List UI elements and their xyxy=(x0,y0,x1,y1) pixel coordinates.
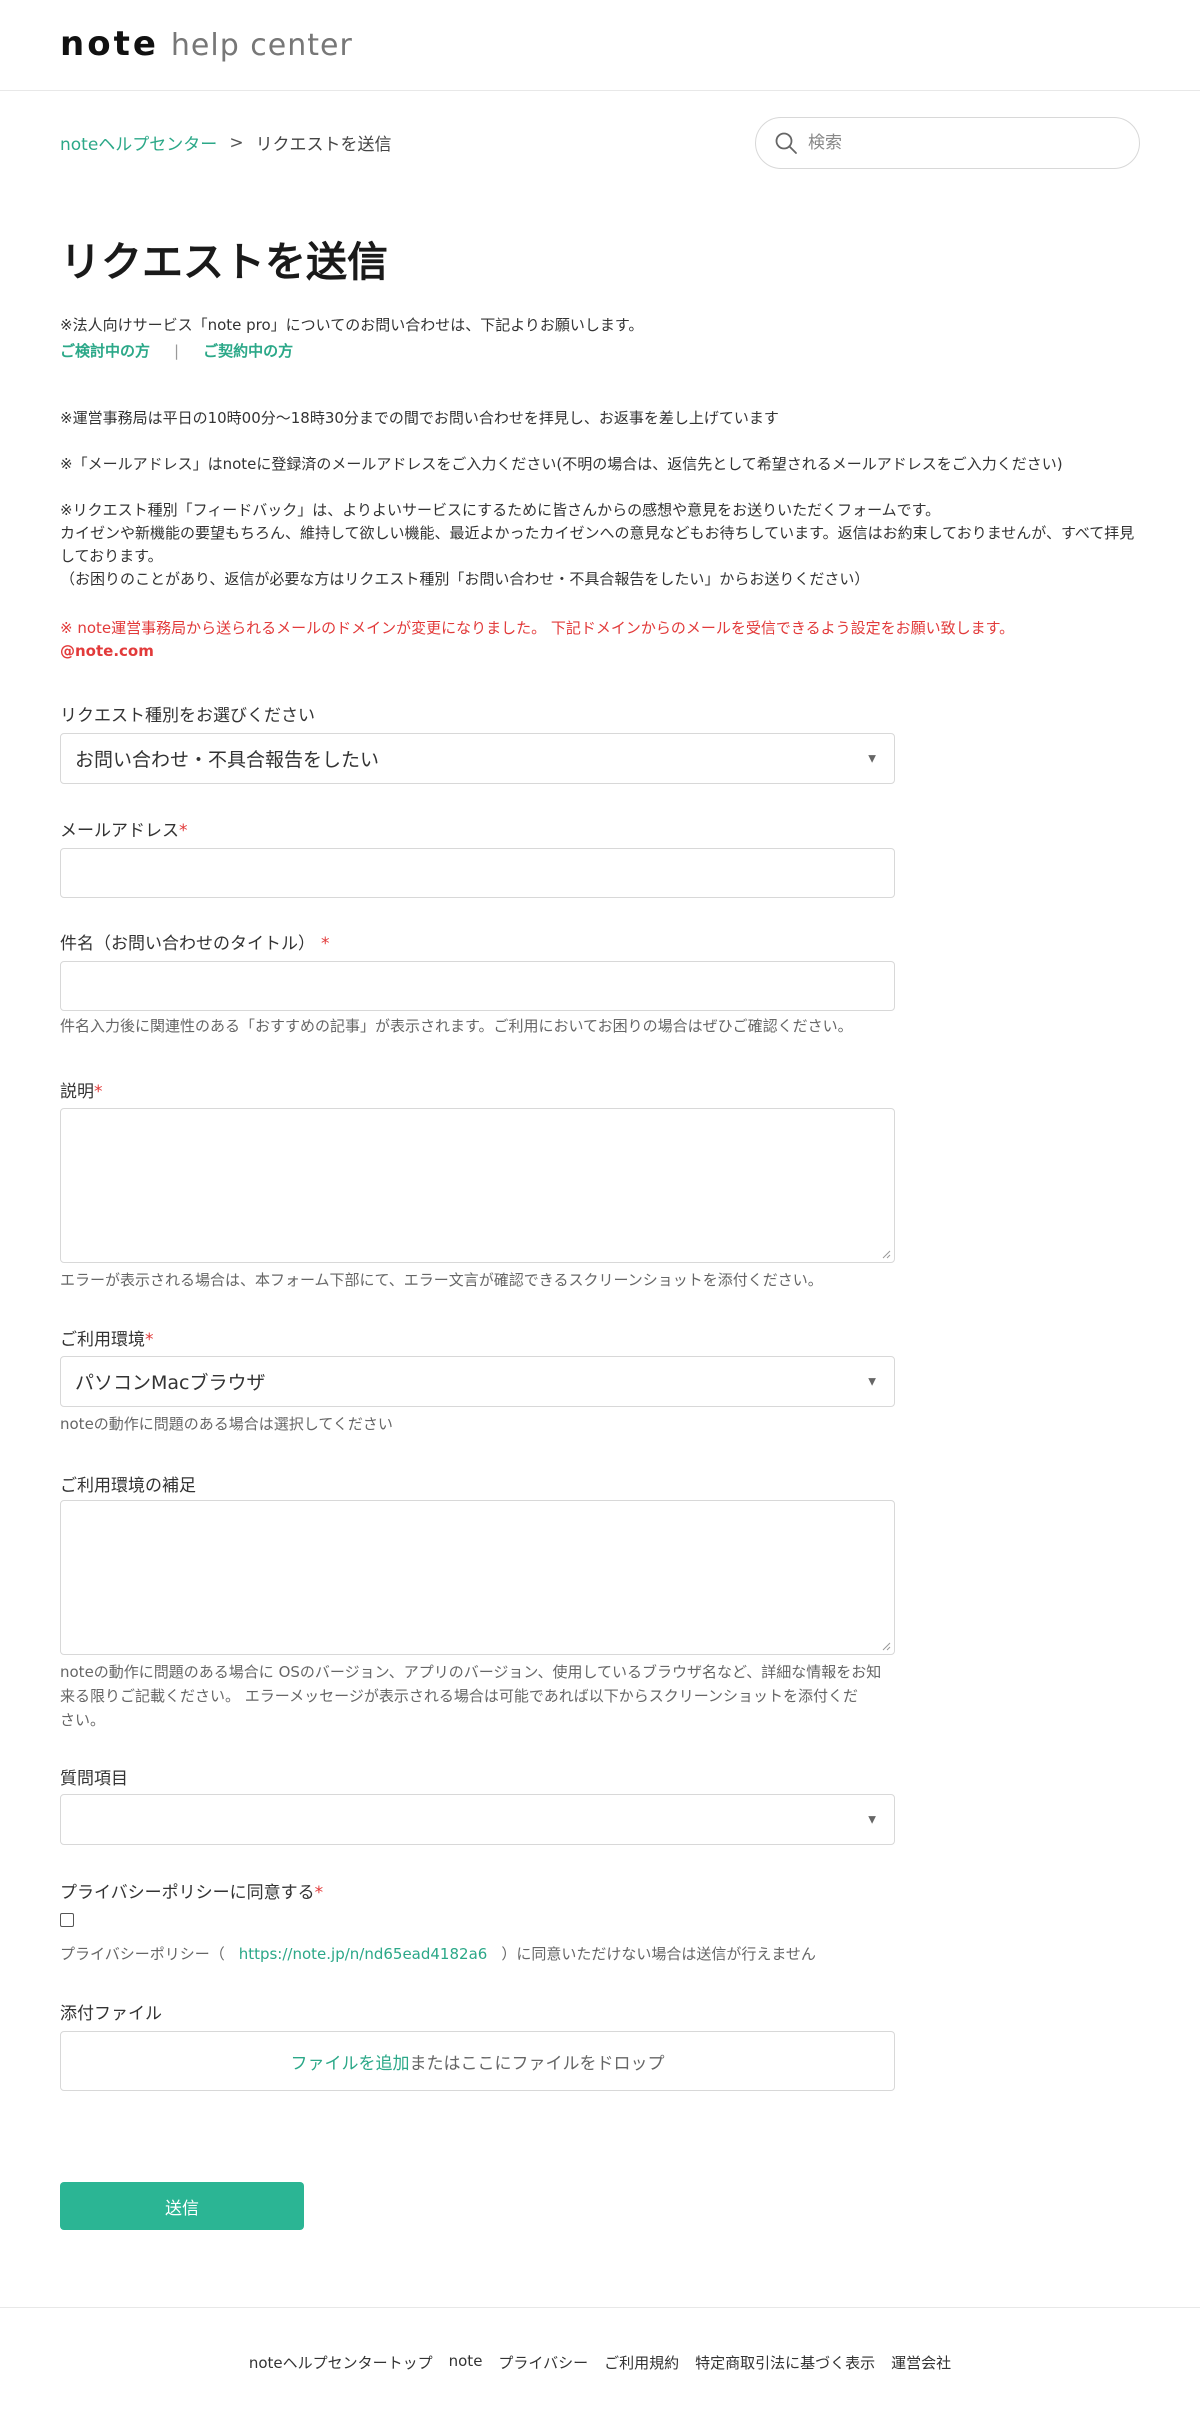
environment-detail-label: ご利用環境の補足 xyxy=(60,1476,196,1496)
breadcrumb-home-link[interactable]: noteヘルプセンター xyxy=(60,130,217,155)
add-file-link[interactable]: ファイルを追加 xyxy=(291,2049,410,2074)
attachment-label: 添付ファイル xyxy=(60,2004,162,2024)
footer-link-helpcenter-top[interactable]: noteヘルプセンタートップ xyxy=(249,2352,433,2373)
description-textarea[interactable] xyxy=(60,1108,895,1263)
environment-select[interactable]: パソコンMacブラウザ ▼ xyxy=(60,1356,895,1407)
privacy-label-text: プライバシーポリシーに同意する xyxy=(60,1883,315,1903)
required-mark: * xyxy=(179,821,188,841)
site-footer: noteヘルプセンタートップ note プライバシー ご利用規約 特定商取引法に… xyxy=(0,2307,1200,2415)
breadcrumb: noteヘルプセンター > リクエストを送信 xyxy=(60,130,392,156)
environment-label-text: ご利用環境 xyxy=(60,1330,145,1350)
required-mark: * xyxy=(321,934,330,954)
pro-note: ※法人向けサービス「note pro」についてのお問い合わせは、下記よりお願いし… xyxy=(60,316,644,334)
required-mark: * xyxy=(314,1883,324,1903)
contracted-link[interactable]: ご契約中の方 xyxy=(203,340,293,361)
description-label-text: 説明 xyxy=(60,1082,94,1102)
breadcrumb-separator: > xyxy=(229,132,244,153)
description-hint: エラーが表示される場合は、本フォーム下部にて、エラー文言が確認できるスクリーンシ… xyxy=(60,1271,823,1289)
request-type-label: リクエスト種別をお選びください xyxy=(60,706,315,726)
submit-button[interactable]: 送信 xyxy=(60,2182,304,2230)
domain-notice: ※ note運営事務局から送られるメールのドメインが変更になりました。 下記ドメ… xyxy=(60,619,1015,637)
environment-value: パソコンMacブラウザ xyxy=(75,1372,266,1394)
feedback-note-line-2: カイゼンや新機能の要望もちろん、維持して欲しい機能、最近よかったカイゼンへの意見… xyxy=(60,524,1135,565)
logo-subtitle: help center xyxy=(170,28,353,63)
footer-link-company[interactable]: 運営会社 xyxy=(891,2352,951,2373)
chevron-down-icon: ▼ xyxy=(868,1376,876,1387)
search-box[interactable] xyxy=(755,117,1140,169)
chevron-down-icon: ▼ xyxy=(868,1814,876,1825)
link-separator: | xyxy=(174,341,180,360)
environment-hint: noteの動作に問題のある場合は選択してください xyxy=(60,1415,393,1433)
resize-handle-icon[interactable] xyxy=(881,1641,891,1651)
footer-links: noteヘルプセンタートップ note プライバシー ご利用規約 特定商取引法に… xyxy=(0,2352,1200,2373)
footer-link-terms[interactable]: ご利用規約 xyxy=(604,2352,679,2373)
environment-detail-hint-line-3: さい。 xyxy=(60,1711,106,1729)
environment-detail-textarea[interactable] xyxy=(60,1500,895,1655)
breadcrumb-current: リクエストを送信 xyxy=(255,135,392,155)
drop-text: またはここにファイルをドロップ xyxy=(409,2053,665,2074)
request-type-select[interactable]: お問い合わせ・不具合報告をしたい ▼ xyxy=(60,733,895,784)
subject-hint: 件名入力後に関連性のある「おすすめの記事」が表示されます。ご利用においてお困りの… xyxy=(60,1017,853,1035)
hours-note: ※運営事務局は平日の10時00分〜18時30分までの間でお問い合わせを拝見し、お… xyxy=(60,409,779,427)
site-logo[interactable]: note help center xyxy=(60,24,353,64)
site-header: note help center xyxy=(0,0,1200,91)
feedback-note: ※リクエスト種別「フィードバック」は、よりよいサービスにするために皆さんからの感… xyxy=(60,499,1140,591)
required-mark: * xyxy=(145,1330,154,1350)
footer-link-privacy[interactable]: プライバシー xyxy=(498,2352,588,2373)
considering-link[interactable]: ご検討中の方 xyxy=(60,340,150,361)
request-type-value: お問い合わせ・不具合報告をしたい xyxy=(75,749,380,771)
privacy-text-before: プライバシーポリシー（ xyxy=(60,1945,225,1963)
privacy-text-after: ）に同意いただけない場合は送信が行えません xyxy=(501,1945,816,1963)
email-note: ※「メールアドレス」はnoteに登録済のメールアドレスをご入力ください(不明の場… xyxy=(60,455,1063,473)
required-mark: * xyxy=(94,1082,103,1102)
environment-detail-hint-line-1: noteの動作に問題のある場合に OSのバージョン、アプリのバージョン、使用して… xyxy=(60,1663,882,1681)
email-label-text: メールアドレス xyxy=(60,821,179,841)
file-dropzone[interactable]: ファイルを追加 またはここにファイルをドロップ xyxy=(60,2031,895,2091)
search-icon xyxy=(775,132,797,154)
feedback-note-line-3: （お困りのことがあり、返信が必要な方はリクエスト種別「お問い合わせ・不具合報告を… xyxy=(60,570,870,588)
question-item-select[interactable]: ▼ xyxy=(60,1794,895,1845)
email-field[interactable] xyxy=(60,848,895,898)
subject-field[interactable] xyxy=(60,961,895,1011)
page-title: リクエストを送信 xyxy=(60,238,388,286)
footer-link-note[interactable]: note xyxy=(449,2352,483,2373)
privacy-text: プライバシーポリシー（ https://note.jp/n/nd65ead4182… xyxy=(60,1943,816,1964)
environment-detail-hint-line-2: 来る限りご記載ください。 エラーメッセージが表示される場合は可能であれば以下から… xyxy=(60,1687,858,1705)
privacy-checkbox[interactable] xyxy=(60,1913,74,1927)
email-label: メールアドレス* xyxy=(60,816,188,841)
chevron-down-icon: ▼ xyxy=(868,753,876,764)
footer-link-commerce-law[interactable]: 特定商取引法に基づく表示 xyxy=(695,2352,875,2373)
description-label: 説明* xyxy=(60,1077,103,1102)
resize-handle-icon[interactable] xyxy=(881,1249,891,1259)
pro-links: ご検討中の方 | ご契約中の方 xyxy=(60,340,293,361)
subject-label: 件名（お問い合わせのタイトル） * xyxy=(60,929,330,954)
search-input[interactable] xyxy=(808,133,1108,153)
environment-label: ご利用環境* xyxy=(60,1325,154,1350)
environment-detail-hint: noteの動作に問題のある場合に OSのバージョン、アプリのバージョン、使用して… xyxy=(60,1660,895,1732)
subject-label-text: 件名（お問い合わせのタイトル） xyxy=(60,934,315,954)
logo-brand: note xyxy=(60,24,159,64)
question-item-label: 質問項目 xyxy=(60,1769,128,1789)
privacy-label: プライバシーポリシーに同意する* xyxy=(60,1878,323,1903)
feedback-note-line-1: ※リクエスト種別「フィードバック」は、よりよいサービスにするために皆さんからの感… xyxy=(60,501,941,519)
privacy-policy-link[interactable]: https://note.jp/n/nd65ead4182a6 xyxy=(239,1945,488,1963)
domain-value: @note.com xyxy=(60,642,154,660)
